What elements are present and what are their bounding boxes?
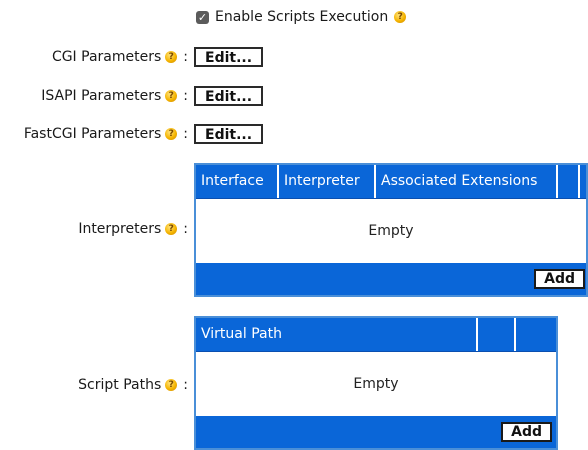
help-icon[interactable]: ? — [165, 379, 178, 391]
script-paths-grid-header: Virtual Path — [196, 318, 556, 352]
colon: : — [183, 377, 188, 393]
help-icon[interactable]: ? — [165, 128, 178, 140]
cgi-parameters-label: CGI Parameters — [51, 49, 162, 65]
script-paths-grid-body: Empty — [196, 352, 556, 416]
column-interpreter[interactable]: Interpreter — [279, 165, 376, 198]
help-icon[interactable]: ? — [165, 223, 178, 235]
fastcgi-edit-button[interactable]: Edit... — [194, 124, 264, 144]
empty-text: Empty — [353, 376, 399, 392]
script-paths-grid-footer: Add — [196, 416, 556, 448]
interpreters-grid-header: Interface Interpreter Associated Extensi… — [196, 165, 586, 199]
script-paths-label: Script Paths — [78, 377, 162, 393]
fastcgi-parameters-row: FastCGI Parameters ? : — [24, 126, 188, 142]
script-paths-row: Script Paths ? : — [78, 377, 188, 393]
cgi-parameters-row: CGI Parameters ? : — [52, 49, 188, 65]
interpreters-grid-body: Empty — [196, 199, 586, 263]
column-actions — [558, 165, 580, 198]
interpreters-add-button[interactable]: Add — [534, 269, 585, 289]
help-icon[interactable]: ? — [165, 90, 178, 102]
isapi-edit-button[interactable]: Edit... — [194, 86, 264, 106]
colon: : — [183, 88, 188, 104]
cgi-edit-button[interactable]: Edit... — [194, 47, 264, 67]
column-virtual-path[interactable]: Virtual Path — [196, 318, 478, 351]
interpreters-label: Interpreters — [78, 221, 162, 237]
script-paths-add-button[interactable]: Add — [501, 422, 552, 442]
script-paths-grid: Virtual Path Empty Add — [194, 316, 558, 450]
enable-scripts-row[interactable]: ✓ Enable Scripts Execution ? — [196, 9, 407, 25]
fastcgi-parameters-label: FastCGI Parameters — [23, 126, 162, 142]
column-associated-extensions[interactable]: Associated Extensions — [376, 165, 558, 198]
isapi-parameters-row: ISAPI Parameters ? : — [41, 88, 188, 104]
interpreters-row: Interpreters ? : — [78, 221, 188, 237]
colon: : — [183, 221, 188, 237]
column-edit — [478, 318, 516, 351]
isapi-parameters-label: ISAPI Parameters — [41, 88, 162, 104]
empty-text: Empty — [368, 223, 414, 239]
interpreters-grid-footer: Add — [196, 263, 586, 295]
colon: : — [183, 126, 188, 142]
interpreters-grid: Interface Interpreter Associated Extensi… — [194, 163, 588, 297]
column-delete — [516, 318, 554, 351]
colon: : — [183, 49, 188, 65]
enable-scripts-label: Enable Scripts Execution — [215, 9, 389, 25]
help-icon[interactable]: ? — [394, 11, 407, 23]
help-icon[interactable]: ? — [165, 51, 178, 63]
column-interface[interactable]: Interface — [196, 165, 279, 198]
enable-scripts-checkbox[interactable]: ✓ — [196, 10, 209, 24]
